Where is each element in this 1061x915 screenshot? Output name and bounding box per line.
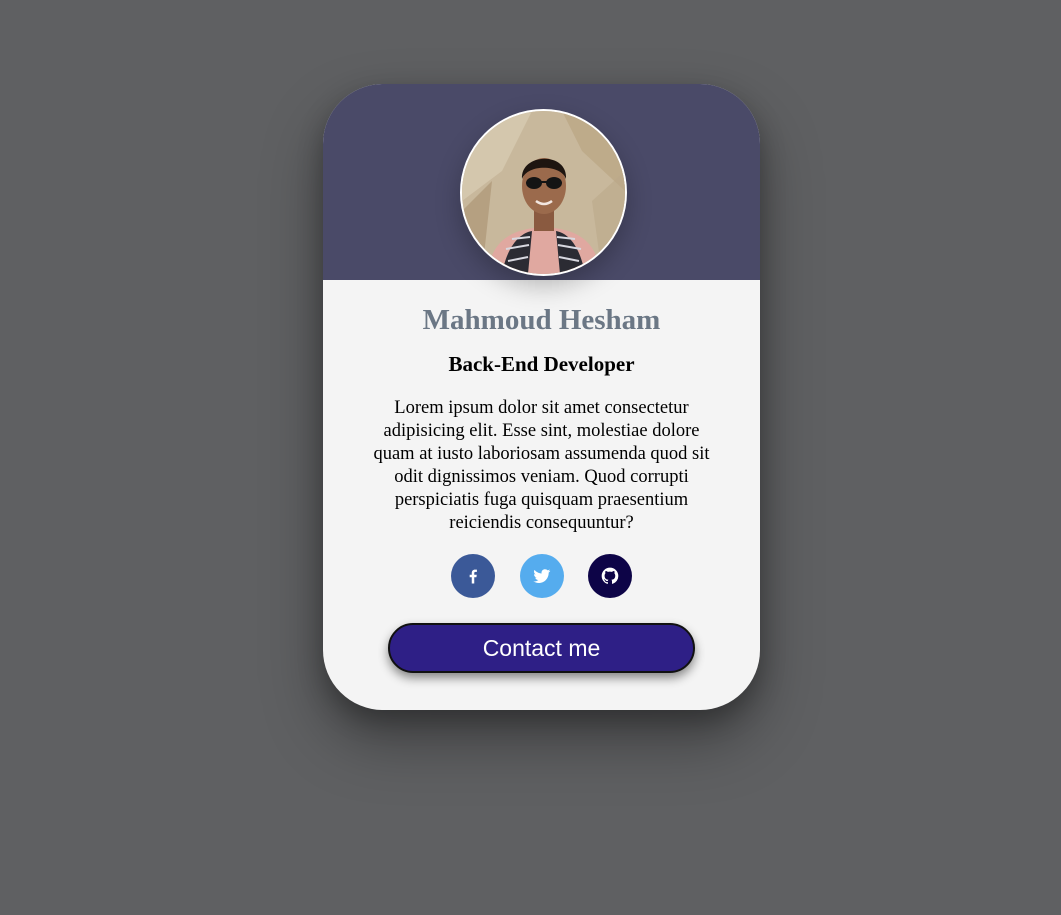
github-link[interactable] (588, 554, 632, 598)
profile-role: Back-End Developer (448, 352, 635, 376)
github-icon (601, 567, 619, 584)
avatar (460, 109, 627, 276)
twitter-icon (533, 569, 551, 583)
social-links (323, 554, 760, 598)
avatar-photo (462, 111, 625, 274)
facebook-icon (469, 569, 477, 584)
contact-me-button[interactable]: Contact me (388, 623, 695, 673)
profile-card: Mahmoud Hesham Back-End Developer Lorem … (323, 84, 760, 710)
twitter-link[interactable] (520, 554, 564, 598)
facebook-link[interactable] (451, 554, 495, 598)
profile-name: Mahmoud Hesham (422, 304, 661, 336)
profile-bio: Lorem ipsum dolor sit amet consectetur a… (373, 398, 710, 533)
